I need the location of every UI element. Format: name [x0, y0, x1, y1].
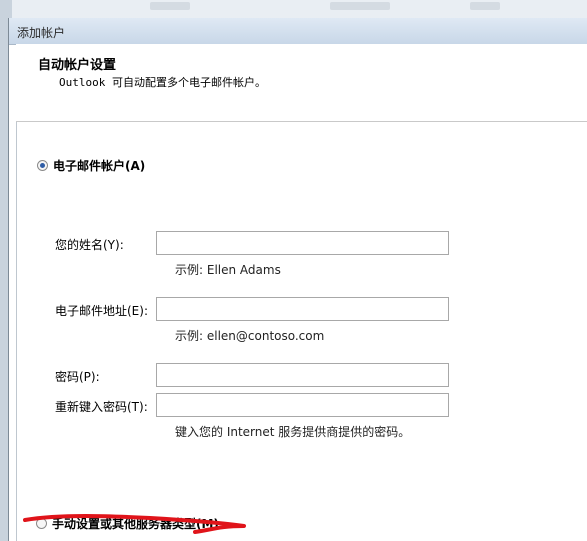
dialog-titlebar[interactable]: 添加帐户: [9, 18, 587, 45]
background-blur: [330, 2, 390, 10]
name-input[interactable]: [156, 231, 449, 255]
background-blur: [470, 2, 500, 10]
dialog-title: 添加帐户: [17, 26, 66, 40]
retype-password-label: 重新键入密码(T):: [55, 400, 148, 414]
name-hint: 示例: Ellen Adams: [175, 263, 281, 277]
email-label: 电子邮件地址(E):: [55, 304, 148, 318]
email-account-label: 电子邮件帐户(A): [53, 159, 146, 173]
email-hint: 示例: ellen@contoso.com: [175, 329, 325, 343]
background-blur: [150, 2, 190, 10]
name-label: 您的姓名(Y):: [55, 238, 124, 252]
body-panel: 电子邮件帐户(A) 您的姓名(Y): 示例: Ellen Adams 电子邮件地…: [16, 122, 587, 541]
page-subtitle: Outlook 可自动配置多个电子邮件帐户。: [59, 76, 266, 89]
red-underline-annotation: [23, 514, 246, 534]
retype-password-input[interactable]: [156, 393, 449, 417]
email-account-option[interactable]: 电子邮件帐户(A): [37, 157, 145, 174]
header-panel: 自动帐户设置 Outlook 可自动配置多个电子邮件帐户。: [16, 44, 587, 122]
password-label: 密码(P):: [55, 370, 100, 384]
password-input[interactable]: [156, 363, 449, 387]
password-hint: 键入您的 Internet 服务提供商提供的密码。: [175, 425, 411, 439]
add-account-dialog: 添加帐户 自动帐户设置 Outlook 可自动配置多个电子邮件帐户。 电子邮件帐…: [8, 18, 587, 541]
screen: 添加帐户 自动帐户设置 Outlook 可自动配置多个电子邮件帐户。 电子邮件帐…: [0, 0, 587, 541]
email-account-radio[interactable]: [37, 160, 48, 171]
email-input[interactable]: [156, 297, 449, 321]
page-title: 自动帐户设置: [38, 58, 117, 73]
